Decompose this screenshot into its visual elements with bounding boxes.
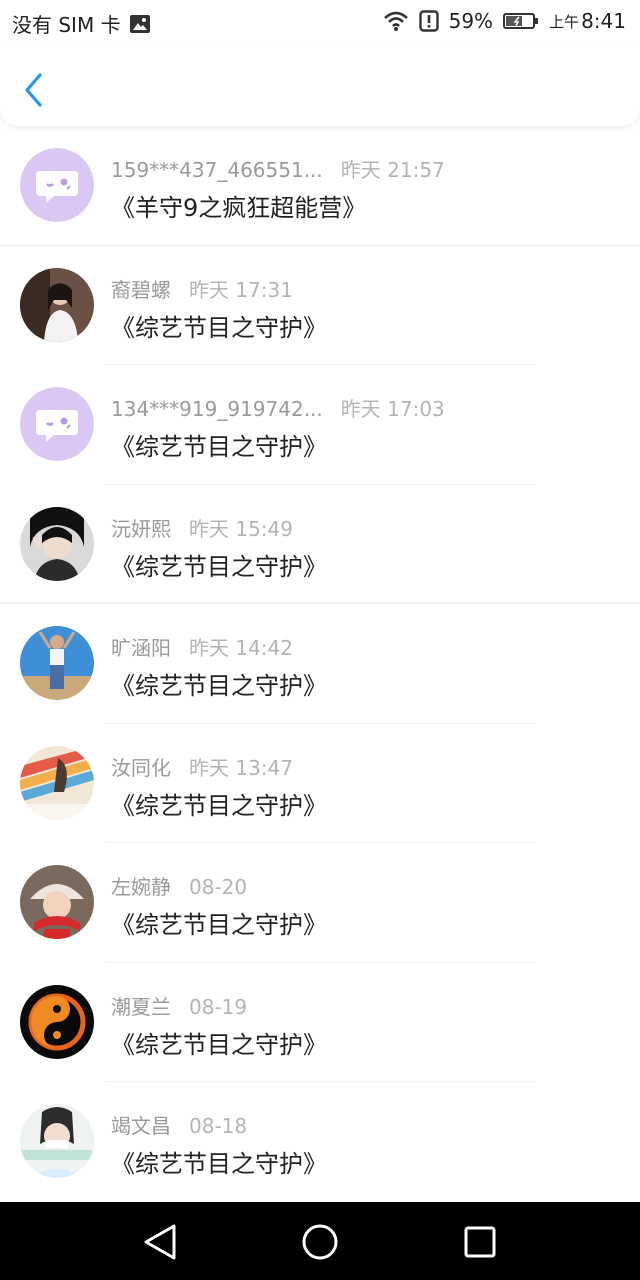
user-photo-avatar bbox=[20, 506, 94, 581]
list-item[interactable]: 汝同化 昨天 13:47 《综艺节目之守护》 bbox=[0, 724, 640, 843]
list-item[interactable]: 竭文昌 08-18 《综艺节目之守护》 bbox=[0, 1082, 640, 1202]
sender-name: 竭文昌 bbox=[111, 1114, 171, 1138]
message-title: 《综艺节目之守护》 bbox=[111, 552, 327, 581]
message-title: 《综艺节目之守护》 bbox=[111, 791, 327, 820]
default-avatar-icon bbox=[20, 387, 94, 461]
nav-back-button[interactable] bbox=[138, 1220, 182, 1264]
sender-name: 沅妍熙 bbox=[111, 516, 171, 541]
back-button[interactable] bbox=[18, 70, 50, 110]
message-title: 《羊守9之疯狂超能营》 bbox=[111, 194, 367, 222]
carrier-text: 没有 SIM 卡 bbox=[12, 13, 121, 37]
back-triangle-icon bbox=[144, 1224, 176, 1260]
message-list[interactable]: 159***437_466551... 昨天 21:57 《羊守9之疯狂超能营》… bbox=[0, 126, 640, 1202]
message-title: 《综艺节目之守护》 bbox=[111, 1030, 327, 1059]
sender-name: 裔碧螺 bbox=[111, 277, 171, 302]
image-icon bbox=[129, 14, 150, 33]
avatar bbox=[20, 626, 94, 700]
sender-name: 汝同化 bbox=[111, 755, 171, 780]
avatar bbox=[20, 148, 94, 222]
nav-home-button[interactable] bbox=[298, 1220, 342, 1264]
status-bar: 没有 SIM 卡 59% 上午 8:41 bbox=[0, 0, 640, 44]
app-header bbox=[0, 44, 640, 126]
message-time: 昨天 15:49 bbox=[189, 516, 293, 541]
list-item[interactable]: 沅妍熙 昨天 15:49 《综艺节目之守护》 bbox=[0, 485, 640, 604]
message-time: 昨天 17:31 bbox=[189, 277, 293, 302]
time-prefix: 上午 bbox=[549, 12, 580, 31]
message-title: 《综艺节目之守护》 bbox=[111, 672, 327, 700]
list-item[interactable]: 左婉静 08-20 《综艺节目之守护》 bbox=[0, 843, 640, 963]
sender-name: 旷涵阳 bbox=[111, 636, 171, 660]
message-time: 昨天 17:03 bbox=[340, 397, 445, 421]
battery-icon bbox=[503, 13, 539, 29]
sender-name: 潮夏兰 bbox=[111, 994, 171, 1019]
avatar bbox=[20, 1104, 94, 1178]
list-item[interactable]: 134***919_919742... 昨天 17:03 《综艺节目之守护》 bbox=[0, 365, 640, 485]
alert-icon bbox=[418, 10, 439, 32]
sender-name: 左婉静 bbox=[111, 875, 171, 899]
user-photo-avatar bbox=[20, 1104, 94, 1178]
list-item[interactable]: 潮夏兰 08-19 《综艺节目之守护》 bbox=[0, 963, 640, 1082]
message-time: 08-20 bbox=[189, 875, 248, 899]
user-photo-avatar bbox=[20, 865, 94, 939]
message-time: 08-18 bbox=[189, 1114, 248, 1138]
user-photo-avatar bbox=[20, 626, 94, 700]
chevron-left-icon bbox=[25, 73, 42, 107]
avatar bbox=[20, 865, 94, 939]
battery-percent: 59% bbox=[448, 9, 494, 33]
home-circle-icon bbox=[302, 1224, 338, 1260]
list-item[interactable]: 旷涵阳 昨天 14:42 《综艺节目之守护》 bbox=[0, 604, 640, 724]
recents-square-icon bbox=[464, 1226, 496, 1258]
clock: 8:41 bbox=[581, 9, 626, 33]
user-photo-avatar bbox=[20, 984, 94, 1059]
message-time: 昨天 21:57 bbox=[340, 158, 445, 182]
list-item[interactable]: 裔碧螺 昨天 17:31 《综艺节目之守护》 bbox=[0, 246, 640, 365]
message-time: 昨天 14:42 bbox=[189, 636, 293, 660]
default-avatar-icon bbox=[20, 148, 94, 222]
avatar bbox=[20, 745, 94, 820]
sender-name: 134***919_919742... bbox=[111, 397, 323, 421]
avatar bbox=[20, 387, 94, 461]
list-item[interactable]: 159***437_466551... 昨天 21:57 《羊守9之疯狂超能营》 bbox=[0, 126, 640, 246]
message-time: 08-19 bbox=[189, 994, 248, 1019]
avatar bbox=[20, 984, 94, 1059]
user-photo-avatar bbox=[20, 745, 94, 820]
message-title: 《综艺节目之守护》 bbox=[111, 433, 327, 461]
sender-name: 159***437_466551... bbox=[111, 158, 323, 182]
user-photo-avatar bbox=[20, 267, 94, 342]
nav-recents-button[interactable] bbox=[458, 1220, 502, 1264]
avatar bbox=[20, 267, 94, 342]
message-title: 《综艺节目之守护》 bbox=[111, 313, 327, 342]
wifi-icon bbox=[383, 11, 408, 31]
system-nav-bar bbox=[0, 1202, 640, 1280]
message-time: 昨天 13:47 bbox=[189, 755, 293, 780]
avatar bbox=[20, 506, 94, 581]
message-title: 《综艺节目之守护》 bbox=[111, 1150, 327, 1178]
message-title: 《综艺节目之守护》 bbox=[111, 911, 327, 939]
